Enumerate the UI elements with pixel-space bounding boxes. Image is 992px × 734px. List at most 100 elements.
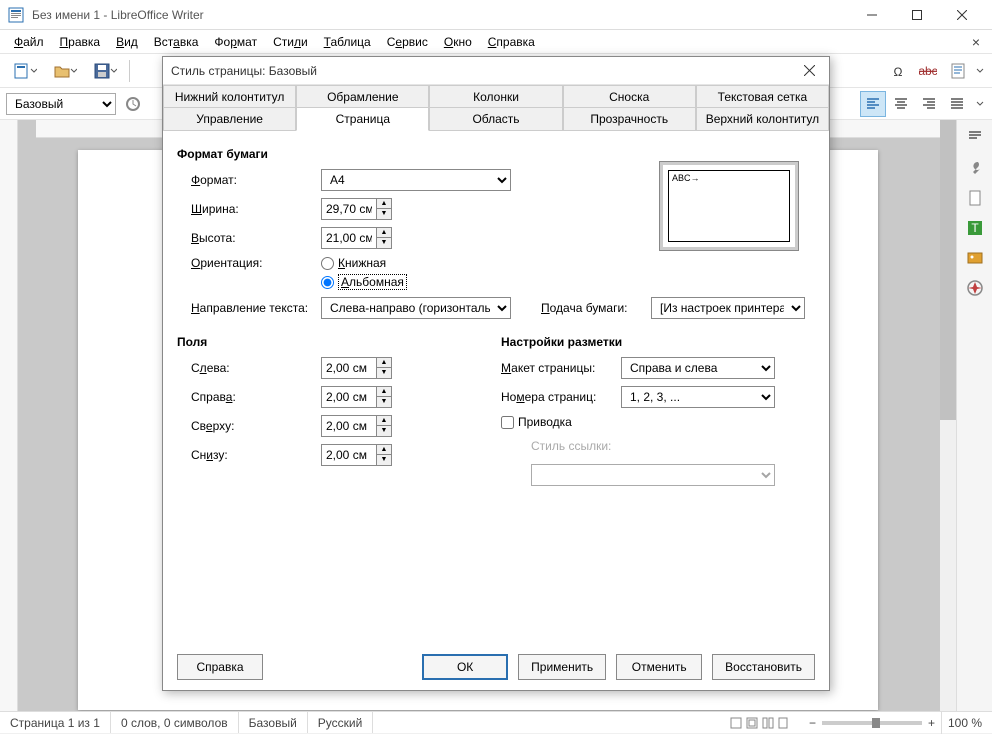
status-view-icons[interactable] xyxy=(719,712,799,733)
open-button[interactable] xyxy=(46,57,84,85)
align-center-button[interactable] xyxy=(888,91,914,117)
pagenum-label: Номера страниц: xyxy=(501,390,621,404)
zoom-minus-icon[interactable]: − xyxy=(809,716,816,730)
sidebar-navigator-icon[interactable] xyxy=(961,274,989,302)
minimize-button[interactable] xyxy=(849,0,894,30)
dialog-buttons: Справка ОК Применить Отменить Восстанови… xyxy=(163,644,829,690)
maximize-button[interactable] xyxy=(894,0,939,30)
align-right-button[interactable] xyxy=(916,91,942,117)
register-checkbox[interactable]: Приводка xyxy=(501,415,815,429)
menubar-close-icon[interactable]: × xyxy=(966,34,986,50)
reset-button[interactable]: Восстановить xyxy=(712,654,815,680)
status-page[interactable]: Страница 1 из 1 xyxy=(0,712,111,733)
zoom-value[interactable]: 100 % xyxy=(948,716,982,730)
status-style[interactable]: Базовый xyxy=(239,712,308,733)
document-button[interactable] xyxy=(944,57,972,85)
orientation-landscape-radio[interactable]: Альбомная xyxy=(321,274,407,290)
close-button[interactable] xyxy=(939,0,984,30)
menu-tools[interactable]: Сервис xyxy=(379,32,436,52)
dialog-close-button[interactable] xyxy=(797,59,821,83)
scrollbar-thumb[interactable] xyxy=(940,120,956,420)
app-icon xyxy=(8,7,24,23)
sidebar-gallery-icon[interactable] xyxy=(961,244,989,272)
menu-insert[interactable]: Вставка xyxy=(146,32,207,52)
save-button[interactable] xyxy=(86,57,124,85)
toolbar-overflow[interactable] xyxy=(974,57,986,85)
pagelayout-select[interactable]: Справа и слева xyxy=(621,357,775,379)
help-button[interactable]: Справка xyxy=(177,654,263,680)
tab-area[interactable]: Область xyxy=(429,107,562,131)
status-language[interactable]: Русский xyxy=(308,712,374,733)
zoom-slider[interactable] xyxy=(822,721,922,725)
margin-top-spinner[interactable]: ▲▼ xyxy=(321,415,392,437)
statusbar: Страница 1 из 1 0 слов, 0 символов Базов… xyxy=(0,711,992,733)
align-justify-button[interactable] xyxy=(944,91,970,117)
sidebar-page-icon[interactable] xyxy=(961,184,989,212)
vertical-ruler[interactable] xyxy=(0,120,18,711)
tab-textgrid[interactable]: Текстовая сетка xyxy=(696,85,829,108)
tab-transparency[interactable]: Прозрачность xyxy=(563,107,696,131)
tab-columns[interactable]: Колонки xyxy=(429,85,562,108)
tray-label: Подача бумаги: xyxy=(541,301,651,315)
status-words[interactable]: 0 слов, 0 символов xyxy=(111,712,239,733)
menu-edit[interactable]: Правка xyxy=(52,32,109,52)
dialog-tabs: Нижний колонтитул Обрамление Колонки Сно… xyxy=(163,85,829,131)
menu-view[interactable]: Вид xyxy=(108,32,146,52)
paragraph-style-select[interactable]: Базовый xyxy=(6,93,116,115)
sidebar-wrench-icon[interactable] xyxy=(961,154,989,182)
apply-button[interactable]: Применить xyxy=(518,654,606,680)
menu-table[interactable]: Таблица xyxy=(316,32,379,52)
tab-page[interactable]: Страница xyxy=(296,107,429,131)
height-label: Высота: xyxy=(191,231,321,245)
section-margins: Поля xyxy=(177,335,491,349)
sidebar-properties-icon[interactable] xyxy=(961,124,989,152)
margin-bottom-spinner[interactable]: ▲▼ xyxy=(321,444,392,466)
section-layout: Настройки разметки xyxy=(501,335,815,349)
page-style-dialog: Стиль страницы: Базовый Нижний колонтиту… xyxy=(162,56,830,691)
margin-top-label: Сверху: xyxy=(191,419,321,433)
ok-button[interactable]: ОК xyxy=(422,654,508,680)
format-select[interactable]: A4 xyxy=(321,169,511,191)
orientation-portrait-radio[interactable]: Книжная xyxy=(321,256,407,270)
tab-header[interactable]: Верхний колонтитул xyxy=(696,107,829,131)
refstyle-select xyxy=(531,464,775,486)
zoom-control[interactable]: − + 100 % xyxy=(799,712,992,734)
svg-text:T: T xyxy=(971,221,979,235)
omega-button[interactable]: Ω xyxy=(884,57,912,85)
tab-organizer[interactable]: Управление xyxy=(163,107,296,131)
height-spinner[interactable]: ▲▼ xyxy=(321,227,392,249)
textdir-select[interactable]: Слева-направо (горизонтально) xyxy=(321,297,511,319)
preview-text: ABC→ xyxy=(672,173,700,183)
margin-left-spinner[interactable]: ▲▼ xyxy=(321,357,392,379)
menu-styles[interactable]: Стили xyxy=(265,32,316,52)
zoom-plus-icon[interactable]: + xyxy=(928,716,935,730)
menubar: Файл Правка Вид Вставка Формат Стили Таб… xyxy=(0,30,992,54)
svg-text:Ω: Ω xyxy=(894,65,903,79)
tab-borders[interactable]: Обрамление xyxy=(296,85,429,108)
margin-right-label: Справа: xyxy=(191,390,321,404)
width-spinner[interactable]: ▲▼ xyxy=(321,198,392,220)
orientation-label: Ориентация: xyxy=(191,256,321,270)
margin-bottom-label: Снизу: xyxy=(191,448,321,462)
align-left-button[interactable] xyxy=(860,91,886,117)
sidebar-styles-icon[interactable]: T xyxy=(961,214,989,242)
vertical-scrollbar[interactable] xyxy=(940,120,956,711)
section-paper-format: Формат бумаги xyxy=(177,147,815,161)
tray-select[interactable]: [Из настроек принтера] xyxy=(651,297,805,319)
svg-text:abc: abc xyxy=(919,64,937,78)
strikethrough-button[interactable]: abc xyxy=(914,57,942,85)
new-button[interactable] xyxy=(6,57,44,85)
tab-footnote[interactable]: Сноска xyxy=(563,85,696,108)
update-style-button[interactable] xyxy=(120,91,146,117)
menu-window[interactable]: Окно xyxy=(436,32,480,52)
cancel-button[interactable]: Отменить xyxy=(616,654,702,680)
styletoolbar-overflow[interactable] xyxy=(974,91,986,117)
margin-right-spinner[interactable]: ▲▼ xyxy=(321,386,392,408)
pagenum-select[interactable]: 1, 2, 3, ... xyxy=(621,386,775,408)
menu-file[interactable]: Файл xyxy=(6,32,52,52)
titlebar: Без имени 1 - LibreOffice Writer xyxy=(0,0,992,30)
menu-format[interactable]: Формат xyxy=(206,32,265,52)
margin-left-label: Слева: xyxy=(191,361,321,375)
tab-footer[interactable]: Нижний колонтитул xyxy=(163,85,296,108)
menu-help[interactable]: Справка xyxy=(480,32,543,52)
